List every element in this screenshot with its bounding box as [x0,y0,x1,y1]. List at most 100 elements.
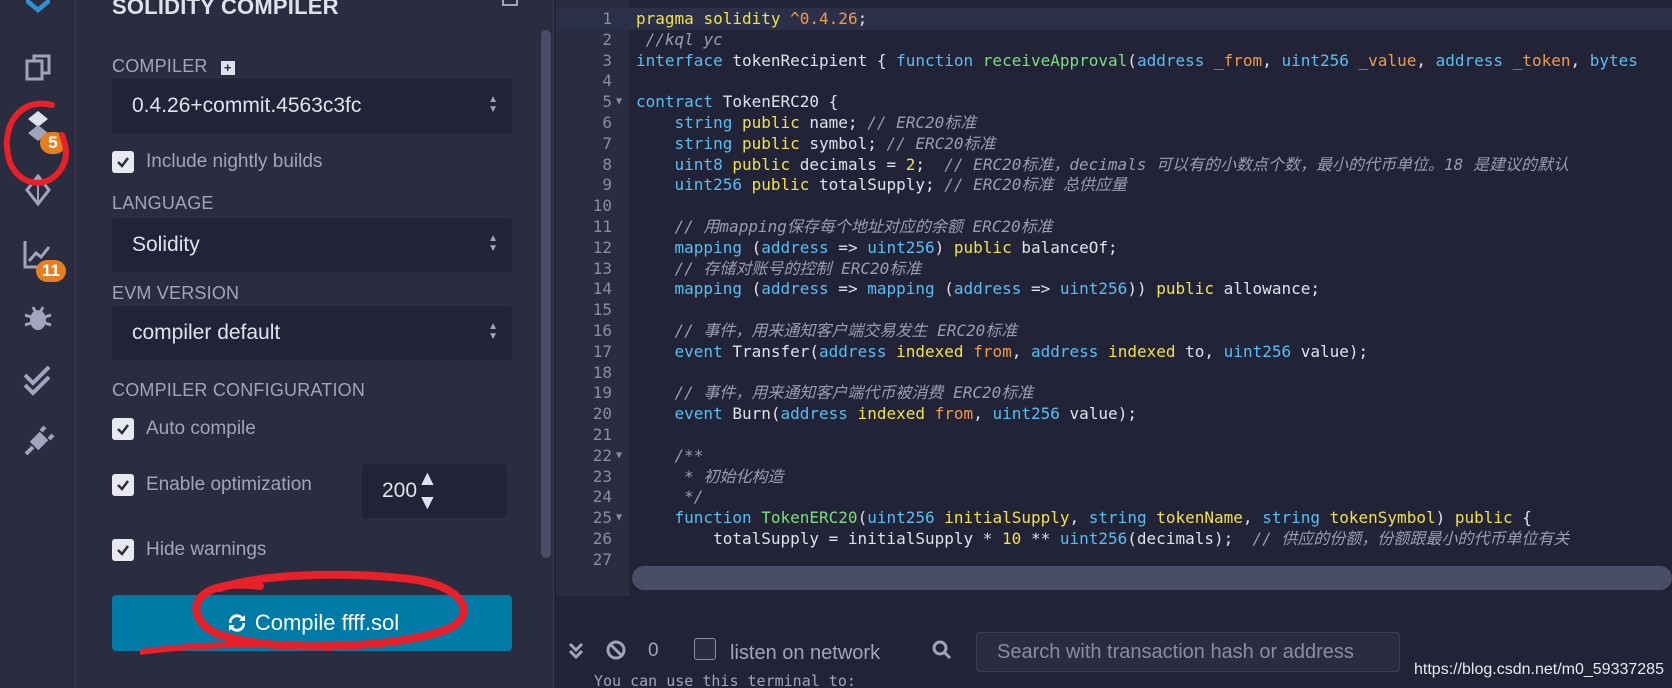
auto-compile-label: Auto compile [146,418,256,439]
pending-tx-count: 0 [648,640,659,661]
code-line[interactable]: 14 mapping (address => mapping (address … [556,278,1672,300]
code-text: // 事件，用来通知客户端代币被消费 ERC20标准 [674,383,1034,403]
line-number: 7 [602,133,612,153]
editor-horizontal-scrollbar[interactable] [632,566,1672,590]
solidity-compiler-icon[interactable]: 5 [18,106,66,154]
include-nightly-row: Include nightly builds [112,151,322,173]
hide-warnings-label: Hide warnings [146,539,267,560]
code-text: uint256 public totalSupply; // ERC20标准 总… [674,175,1127,195]
include-nightly-checkbox[interactable] [112,151,134,173]
line-number: 5 [602,92,612,112]
code-text: interface tokenRecipient { function rece… [636,50,1638,70]
debugger-bug-icon[interactable] [18,298,58,338]
code-line[interactable]: 7 string public symbol; // ERC20标准 [556,133,1672,155]
documentation-icon[interactable] [502,0,518,6]
line-number: 9 [602,175,612,195]
line-number: 11 [592,217,612,236]
code-line[interactable]: 13 // 存储对账号的控制 ERC20标准 [556,258,1672,280]
code-text: // 事件，用来通知客户端交易发生 ERC20标准 [674,321,1018,340]
line-number: 13 [592,258,612,278]
select-arrows-icon: ▲ ▼ [488,321,498,342]
code-text: event Transfer(address indexed from, add… [674,341,1369,361]
code-line[interactable]: 2 //kql yc [556,29,1672,51]
unit-testing-check-icon[interactable] [18,360,58,400]
code-line[interactable]: 15 [556,299,1672,321]
line-number: 19 [592,383,612,403]
compiler-label-text: COMPILER [112,56,208,76]
language-label: LANGUAGE [112,193,214,213]
fold-arrow-icon[interactable]: ▼ [616,507,622,529]
line-number: 23 [592,466,612,486]
code-line[interactable]: 20 event Burn(address indexed from, uint… [556,403,1672,425]
select-arrows-icon: ▲ ▼ [488,94,498,115]
line-number: 27 [592,549,612,569]
evm-version-select[interactable]: compiler default ▲ ▼ [112,306,512,360]
analysis-icon[interactable]: 11 [18,234,66,282]
code-line[interactable]: 22 ▼ /** [556,445,1672,467]
evm-version-value: compiler default [132,321,281,344]
code-text: // 用mapping保存每个地址对应的余额 ERC20标准 [674,217,1053,236]
code-line[interactable]: 26 totalSupply = initialSupply * 10 ** u… [556,528,1672,550]
code-line[interactable]: 12 mapping (address => uint256) public b… [556,237,1672,259]
include-nightly-label: Include nightly builds [146,151,323,172]
code-line[interactable]: 8 uint8 public decimals = 2; // ERC20标准，… [556,154,1672,176]
listen-network-checkbox[interactable] [694,638,716,660]
transaction-search-input[interactable]: Search with transaction hash or address [976,632,1400,672]
analysis-badge: 11 [36,260,66,282]
auto-compile-checkbox[interactable] [112,418,134,440]
search-icon[interactable] [932,640,952,660]
line-number: 24 [592,487,612,507]
code-line[interactable]: 5 ▼ contract TokenERC20 { [556,91,1672,113]
solidity-compiler-panel: SOLIDITY COMPILER COMPILER + 0.4.26+comm… [76,0,554,688]
language-value: Solidity [132,233,200,256]
compiler-config-label: COMPILER CONFIGURATION [112,380,366,400]
code-line[interactable]: 19 // 事件，用来通知客户端代币被消费 ERC20标准 [556,382,1672,404]
compile-button[interactable]: Compile ffff.sol [112,595,512,651]
code-line[interactable]: 11 // 用mapping保存每个地址对应的余额 ERC20标准 [556,216,1672,238]
hide-warnings-checkbox[interactable] [112,539,134,561]
compiler-version-select[interactable]: 0.4.26+commit.4563c3fc ▲ ▼ [112,79,512,133]
panel-scrollbar[interactable] [541,30,551,558]
code-line[interactable]: 6 string public name; // ERC20标准 [556,112,1672,134]
code-line[interactable]: 25 ▼ function TokenERC20(uint256 initialS… [556,507,1672,529]
select-arrows-icon: ▲ ▼ [488,233,498,254]
select-arrows-icon: ▲ ▼ [417,467,438,514]
code-text: string public name; // ERC20标准 [674,113,977,132]
enable-optimization-label: Enable optimization [146,474,312,495]
code-text: string public symbol; // ERC20标准 [674,133,996,153]
code-editor[interactable]: 1 pragma solidity ^0.4.26; 2 //kql yc 3 inte… [556,0,1672,596]
compiler-badge: 5 [40,132,66,154]
line-number: 16 [592,321,612,340]
code-line[interactable]: 18 [556,362,1672,384]
compile-button-label: Compile ffff.sol [254,610,400,635]
code-text: mapping (address => uint256) public bala… [674,237,1118,257]
code-line[interactable]: 17 event Transfer(address indexed from, … [556,341,1672,363]
refresh-icon [228,614,245,632]
code-line[interactable]: 23 * 初始化构造 [556,466,1672,488]
line-number: 17 [592,341,612,361]
optimization-runs-select[interactable]: 200 ▲ ▼ [362,464,506,518]
deploy-run-icon[interactable] [18,170,58,210]
plugin-manager-plug-icon[interactable] [18,422,58,462]
code-line[interactable]: 21 [556,424,1672,446]
code-line[interactable]: 4 [556,70,1672,92]
fold-arrow-icon[interactable]: ▼ [616,91,622,113]
code-line[interactable]: 9 uint256 public totalSupply; // ERC20标准… [556,174,1672,196]
fold-arrow-icon[interactable]: ▼ [616,445,622,467]
code-line[interactable]: 10 [556,195,1672,217]
line-number: 26 [592,529,612,548]
language-select[interactable]: Solidity ▲ ▼ [112,218,512,272]
enable-optimization-checkbox[interactable] [112,474,134,496]
chevron-double-down-icon[interactable] [568,642,584,660]
file-explorer-icon[interactable] [18,48,58,88]
code-text: totalSupply = initialSupply * 10 ** uint… [636,529,1570,548]
add-compiler-icon[interactable]: + [220,61,235,75]
clear-console-icon[interactable] [606,640,626,660]
code-line[interactable]: 1 pragma solidity ^0.4.26; [556,8,1672,30]
code-line[interactable]: 16 // 事件，用来通知客户端交易发生 ERC20标准 [556,320,1672,342]
code-line[interactable]: 3 interface tokenRecipient { function rec… [556,50,1672,72]
line-number: 1 [602,9,612,28]
remix-logo-icon[interactable] [18,0,58,30]
code-line[interactable]: 24 */ [556,486,1672,508]
code-text: */ [684,487,704,507]
